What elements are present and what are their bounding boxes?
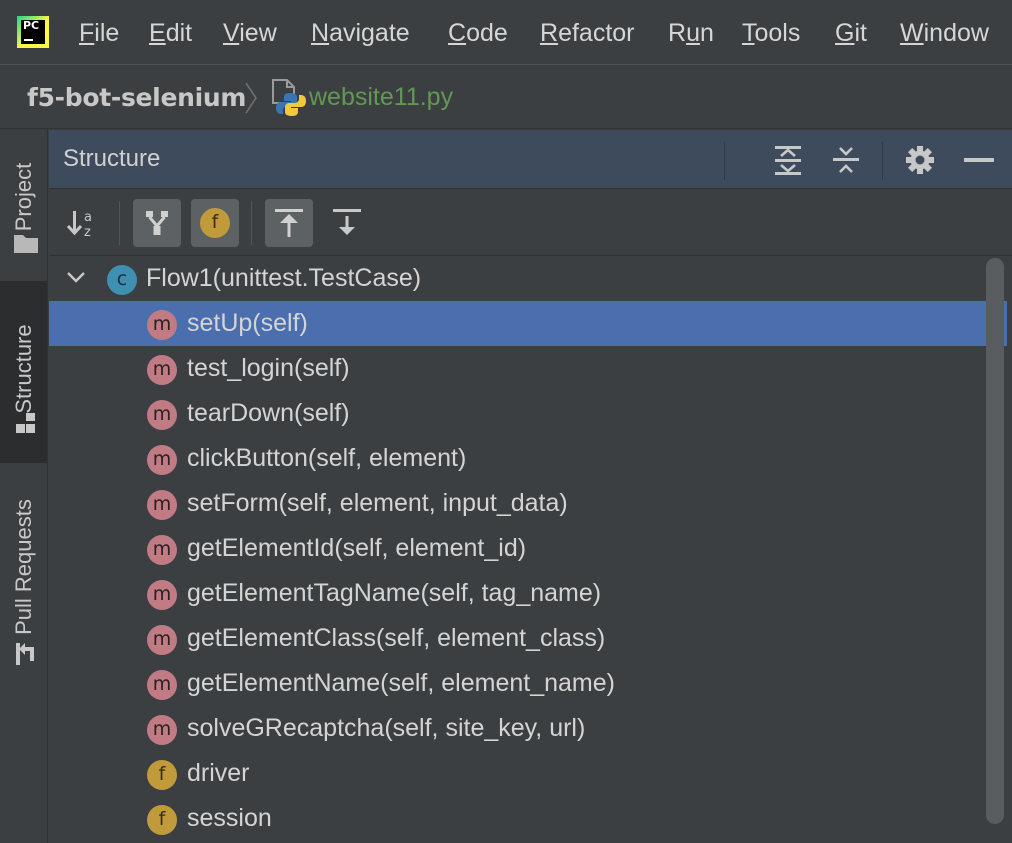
expand-all-icon[interactable] [772, 144, 804, 176]
menu-run[interactable]: Run [668, 17, 714, 49]
svg-text:a: a [84, 210, 92, 225]
pycharm-logo-icon: PC [17, 16, 49, 48]
tree-item-method[interactable]: m clickButton(self, element) [49, 436, 1007, 481]
method-label: clickButton(self, element) [187, 444, 467, 472]
method-label: getElementClass(self, element_class) [187, 624, 606, 652]
vertical-scrollbar[interactable] [986, 258, 1004, 824]
method-badge-icon: m [147, 535, 177, 565]
autoscroll-to-source-button[interactable] [265, 199, 313, 247]
menu-edit[interactable]: Edit [149, 17, 192, 49]
method-badge-icon: m [147, 715, 177, 745]
scroll-from-source-icon [333, 209, 361, 235]
menu-file[interactable]: File [79, 17, 119, 49]
inherited-icon [146, 211, 168, 235]
toolbar-divider [119, 201, 120, 245]
sort-alphabetically-button[interactable]: a z [59, 199, 107, 247]
collapse-all-icon[interactable] [830, 144, 862, 176]
chevron-right-icon [245, 82, 257, 114]
scroll-to-source-icon [275, 209, 303, 237]
sort-alpha-icon: a z [67, 210, 92, 239]
field-badge-icon: f [200, 208, 230, 238]
navigation-bar: f5-bot-selenium website11.py [0, 65, 1012, 129]
tree-item-method[interactable]: m getElementName(self, element_name) [49, 661, 1007, 706]
tree-item-method[interactable]: m getElementClass(self, element_class) [49, 616, 1007, 661]
tab-project-label: Project [10, 162, 36, 232]
svg-text:z: z [84, 225, 91, 239]
folder-icon [14, 235, 38, 253]
tab-structure-label: Structure [10, 324, 36, 414]
tab-pull-requests-label: Pull Requests [10, 499, 36, 635]
menu-git[interactable]: Git [835, 17, 867, 49]
method-label: test_login(self) [187, 354, 350, 382]
structure-toolbar: a z f [49, 189, 1012, 256]
structure-panel-header: Structure [49, 130, 1012, 189]
menu-bar: PC File Edit View Navigate Code Refactor… [0, 0, 1012, 65]
show-inherited-button[interactable] [133, 199, 181, 247]
python-file-icon [272, 79, 306, 116]
hide-panel-icon[interactable] [963, 144, 995, 176]
method-badge-icon: m [147, 445, 177, 475]
tree-item-field[interactable]: f driver [49, 751, 1007, 796]
panel-title: Structure [63, 145, 161, 172]
show-fields-button[interactable]: f [191, 199, 239, 247]
method-label: getElementTagName(self, tag_name) [187, 579, 602, 607]
field-label: session [187, 804, 272, 832]
method-label: setUp(self) [187, 309, 308, 337]
menu-refactor[interactable]: Refactor [540, 17, 635, 49]
autoscroll-from-source-button[interactable] [323, 199, 371, 247]
tab-pull-requests[interactable]: Pull Requests [0, 469, 47, 679]
menu-navigate[interactable]: Navigate [311, 17, 410, 49]
tool-window-stripe: Project Structure Pull Requests [0, 129, 48, 843]
tree-item-method[interactable]: m setForm(self, element, input_data) [49, 481, 1007, 526]
pull-request-icon [16, 643, 34, 665]
tree-item-field[interactable]: f session [49, 796, 1007, 841]
chevron-down-icon[interactable] [65, 268, 87, 288]
menu-view[interactable]: View [223, 17, 277, 49]
tree-class-node[interactable]: c Flow1(unittest.TestCase) [49, 256, 1007, 301]
method-badge-icon: m [147, 625, 177, 655]
menu-tools[interactable]: Tools [742, 17, 800, 49]
breadcrumb-file[interactable]: website11.py [309, 83, 453, 112]
method-badge-icon: m [147, 400, 177, 430]
tree-item-method[interactable]: m getElementId(self, element_id) [49, 526, 1007, 571]
gear-icon[interactable] [904, 144, 936, 176]
header-divider [882, 142, 883, 180]
method-badge-icon: m [147, 355, 177, 385]
method-badge-icon: m [147, 310, 177, 340]
field-badge-icon: f [147, 805, 177, 835]
method-badge-icon: m [147, 490, 177, 520]
method-badge-icon: m [147, 670, 177, 700]
menu-code[interactable]: Code [448, 17, 508, 49]
breadcrumb-project[interactable]: f5-bot-selenium [27, 83, 246, 112]
class-label: Flow1(unittest.TestCase) [146, 264, 422, 292]
structure-tree: c Flow1(unittest.TestCase) m setUp(self)… [49, 256, 1012, 843]
tree-item-method[interactable]: m solveGRecaptcha(self, site_key, url) [49, 706, 1007, 751]
structure-icon [16, 413, 35, 433]
toolbar-divider [251, 201, 252, 245]
field-badge-icon: f [147, 760, 177, 790]
field-label: driver [187, 759, 250, 787]
method-badge-icon: m [147, 580, 177, 610]
tab-project[interactable]: Project [0, 129, 47, 279]
method-label: solveGRecaptcha(self, site_key, url) [187, 714, 586, 742]
method-label: getElementName(self, element_name) [187, 669, 615, 697]
menu-window[interactable]: Window [900, 17, 989, 49]
method-label: getElementId(self, element_id) [187, 534, 527, 562]
method-label: setForm(self, element, input_data) [187, 489, 568, 517]
header-divider [724, 142, 725, 180]
tree-item-method[interactable]: m tearDown(self) [49, 391, 1007, 436]
method-label: tearDown(self) [187, 399, 350, 427]
class-badge-icon: c [107, 265, 137, 295]
tab-structure[interactable]: Structure [0, 281, 47, 463]
tree-item-method[interactable]: m test_login(self) [49, 346, 1007, 391]
tree-item-method[interactable]: m setUp(self) [49, 301, 1007, 346]
tree-item-method[interactable]: m getElementTagName(self, tag_name) [49, 571, 1007, 616]
